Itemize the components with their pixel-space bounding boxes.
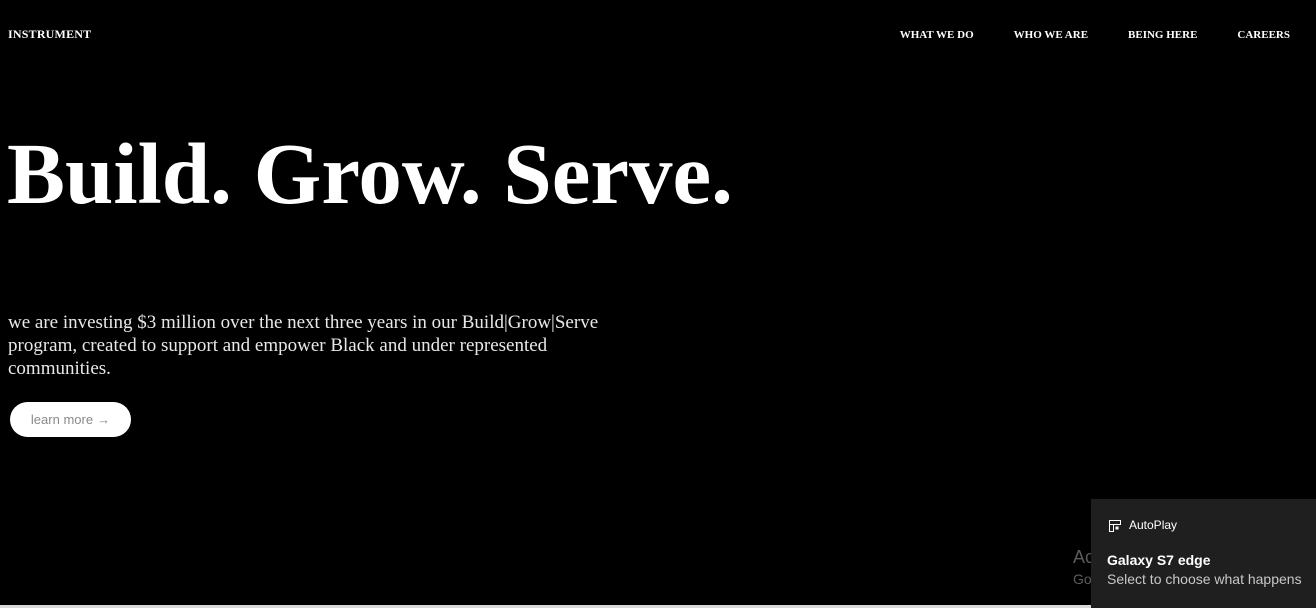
notification-app-name: AutoPlay	[1129, 518, 1178, 532]
notification-body: Select to choose what happens	[1107, 571, 1302, 587]
autoplay-notification[interactable]: AutoPlay Galaxy S7 edge Select to choose…	[1091, 499, 1316, 608]
site-logo[interactable]: INSTRUMENT	[8, 27, 91, 42]
main-nav: WHAT WE DO WHO WE ARE BEING HERE CAREERS	[900, 29, 1290, 41]
nav-item-who-we-are[interactable]: WHO WE ARE	[1014, 29, 1088, 41]
nav-item-what-we-do[interactable]: WHAT WE DO	[900, 29, 974, 41]
hero-description: we are investing $3 million over the nex…	[8, 312, 599, 379]
learn-more-label: learn more	[30, 412, 94, 427]
nav-item-careers[interactable]: CAREERS	[1237, 29, 1290, 41]
autoplay-icon	[1109, 519, 1121, 532]
nav-item-being-here[interactable]: BEING HERE	[1128, 29, 1197, 41]
notification-title: Galaxy S7 edge	[1107, 552, 1211, 568]
notification-header: AutoPlay	[1109, 518, 1177, 532]
hero-title: Build. Grow. Serve.	[7, 125, 733, 222]
learn-more-button[interactable]: learn more →	[10, 402, 131, 437]
arrow-right-icon: →	[97, 412, 111, 427]
